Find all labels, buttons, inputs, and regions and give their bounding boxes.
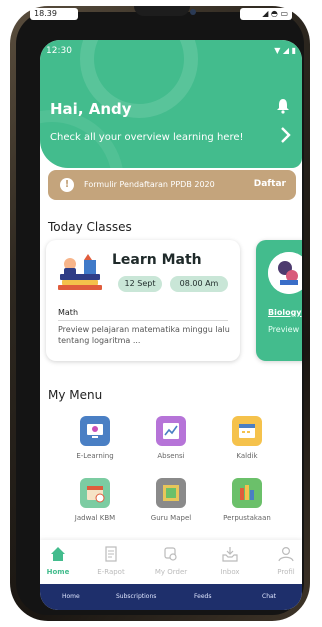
absensi-icon: [156, 416, 186, 446]
menu-item-e-learning[interactable]: E-Learning: [60, 416, 130, 460]
nav-label: Inbox: [220, 568, 240, 576]
class-card-biology[interactable]: Biology Preview p tentang f: [256, 240, 302, 361]
menu-label: Jadwal KBM: [74, 514, 116, 522]
menu-label: Kaldik: [236, 452, 258, 460]
register-button[interactable]: Daftar: [254, 179, 286, 189]
chevron-right-icon[interactable]: [278, 126, 292, 144]
today-classes-title: Today Classes: [48, 220, 132, 234]
outer-status-icons: ◢ ◓ ▭: [240, 8, 292, 20]
inbox-icon: [222, 547, 238, 562]
sys-tab-feeds[interactable]: Feeds: [194, 593, 211, 600]
system-tab-bar: Home Subscriptions Feeds Chat: [40, 584, 302, 610]
menu-item-kaldik[interactable]: Kaldik: [212, 416, 282, 460]
library-icon: [232, 478, 262, 508]
card-description: Preview p tentang f: [268, 325, 302, 334]
header-subtitle: Check all your overview learning here!: [50, 132, 244, 143]
class-card-math[interactable]: Learn Math 12 Sept 08.00 Am Math Preview…: [46, 240, 240, 361]
registration-banner[interactable]: ! Formulir Pendaftaran PPDB 2020 Daftar: [48, 170, 296, 200]
status-time: 12:30: [46, 46, 72, 56]
menu-label: Guru Mapel: [150, 514, 192, 522]
menu-label: E-Learning: [76, 452, 114, 460]
greeting-title: Hai, Andy: [50, 100, 132, 118]
outer-status-bar: 18.39 ◢ ◓ ▭: [30, 6, 292, 22]
bottom-navigation: Home E-Rapot My Order Inbox Profil: [40, 540, 302, 584]
teacher-icon: [156, 478, 186, 508]
status-icons: ▼ ◢ ▮: [274, 46, 296, 55]
card-subject: Biology: [268, 308, 302, 317]
time-chip: 08.00 Am: [170, 276, 228, 292]
alert-icon: !: [60, 178, 74, 192]
bell-icon[interactable]: [276, 98, 290, 114]
menu-item-guru-mapel[interactable]: Guru Mapel: [136, 478, 206, 522]
phone-notch: [134, 6, 190, 16]
nav-item-profil[interactable]: Profil: [260, 546, 302, 576]
home-icon: [51, 547, 65, 561]
nav-label: Home: [46, 568, 70, 576]
menu-item-jadwal-kbm[interactable]: Jadwal KBM: [60, 478, 130, 522]
order-icon: [164, 547, 177, 561]
sys-tab-subscriptions[interactable]: Subscriptions: [116, 593, 156, 600]
app-screen: 12:30 ▼ ◢ ▮ Hai, Andy Check all your ove…: [40, 40, 302, 610]
menu-item-perpustakaan[interactable]: Perpustakaan: [212, 478, 282, 522]
my-menu-title: My Menu: [48, 388, 103, 402]
nav-item-my-order[interactable]: My Order: [145, 546, 197, 576]
nav-item-e-rapot[interactable]: E-Rapot: [85, 546, 137, 576]
math-illustration-icon: [58, 254, 102, 290]
card-divider: [58, 320, 228, 321]
menu-label: Perpustakaan: [223, 514, 271, 522]
e-learning-icon: [80, 416, 110, 446]
nav-item-home[interactable]: Home: [40, 546, 84, 576]
sys-tab-chat[interactable]: Chat: [262, 593, 276, 600]
menu-item-absensi[interactable]: Absensi: [136, 416, 206, 460]
outer-status-time: 18.39: [30, 8, 78, 20]
camera-icon: [190, 9, 196, 15]
calendar-icon: [232, 416, 262, 446]
nav-label: My Order: [154, 568, 188, 576]
header: 12:30 ▼ ◢ ▮ Hai, Andy Check all your ove…: [40, 40, 302, 168]
report-icon: [105, 546, 117, 562]
nav-label: Profil: [277, 568, 295, 576]
date-chip: 12 Sept: [118, 276, 162, 292]
menu-label: Absensi: [157, 452, 185, 460]
card-subject: Math: [58, 308, 79, 317]
card-description: Preview pelajaran matematika minggu lalu…: [58, 325, 230, 345]
biology-illustration-icon: [268, 252, 302, 294]
nav-label: E-Rapot: [97, 568, 125, 576]
inner-status-bar: 12:30 ▼ ◢ ▮: [46, 46, 296, 58]
banner-text: Formulir Pendaftaran PPDB 2020: [84, 180, 215, 189]
nav-item-inbox[interactable]: Inbox: [204, 546, 256, 576]
sys-tab-home[interactable]: Home: [62, 593, 80, 600]
card-title: Learn Math: [112, 252, 202, 268]
schedule-icon: [80, 478, 110, 508]
profile-icon: [278, 546, 294, 562]
